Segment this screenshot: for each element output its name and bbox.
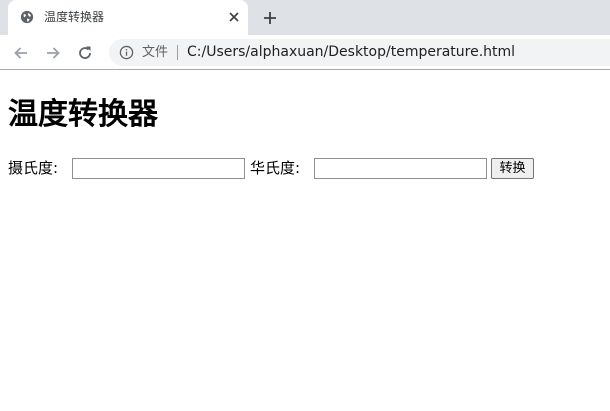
site-label[interactable]: 文件 xyxy=(142,44,168,61)
url-text[interactable]: C:/Users/alphaxuan/Desktop/temperature.h… xyxy=(187,44,515,61)
close-icon[interactable] xyxy=(226,9,242,25)
globe-icon xyxy=(20,10,34,24)
page-title: 温度转换器 xyxy=(8,97,158,132)
convert-button[interactable]: 转换 xyxy=(491,158,534,179)
celsius-input[interactable] xyxy=(72,158,245,179)
page-content: 温度转换器 摄氏度: 华氏度: 转换 xyxy=(0,71,610,411)
tab-strip: 温度转换器 xyxy=(0,0,610,35)
fahrenheit-label: 华氏度: xyxy=(250,159,301,177)
fahrenheit-input[interactable] xyxy=(314,158,487,179)
celsius-label: 摄氏度: xyxy=(8,159,59,177)
browser-toolbar: 文件 C:/Users/alphaxuan/Desktop/temperatur… xyxy=(0,35,610,70)
omnibox-separator xyxy=(177,45,178,60)
tab-title: 温度转换器 xyxy=(44,10,105,24)
plus-icon[interactable] xyxy=(261,9,279,27)
arrow-left-icon[interactable] xyxy=(12,44,30,62)
reload-icon[interactable] xyxy=(76,44,94,62)
address-bar[interactable]: 文件 C:/Users/alphaxuan/Desktop/temperatur… xyxy=(109,39,610,66)
browser-tab[interactable]: 温度转换器 xyxy=(8,0,248,35)
arrow-right-icon[interactable] xyxy=(44,44,62,62)
info-icon[interactable] xyxy=(119,45,134,60)
